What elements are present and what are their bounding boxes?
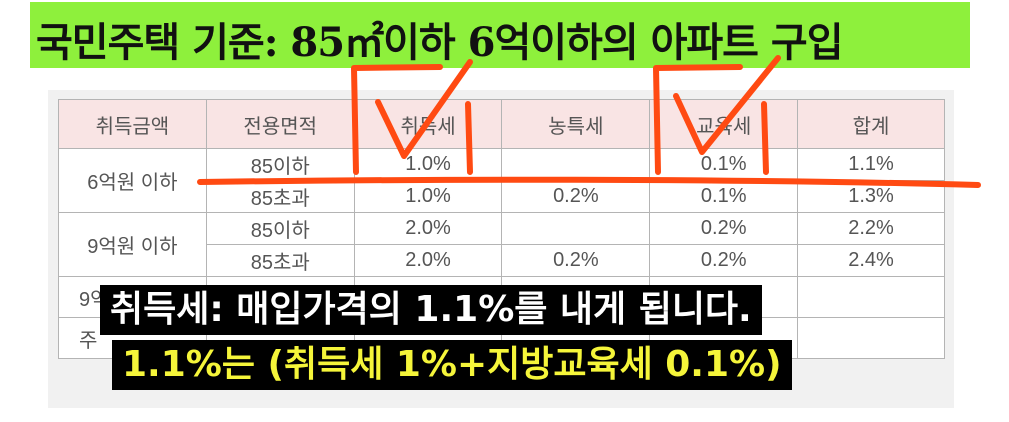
page-title: 국민주택 기준: 85㎡이하 6억이하의 아파트 구입	[36, 19, 843, 66]
header-amount: 취득금액	[58, 99, 207, 149]
education-tax-cell: 0.1%	[649, 180, 799, 213]
rural-tax-cell	[501, 148, 651, 181]
rural-tax-cell	[501, 212, 651, 245]
amount-cell: 9억원 이하	[58, 212, 207, 277]
amount-cell: 6억원 이하	[58, 148, 207, 213]
header-acquisition-tax: 취득세	[353, 99, 503, 149]
header-rural-tax: 농특세	[501, 99, 651, 149]
rural-tax-cell: 0.2%	[501, 244, 651, 277]
total-cell: 2.4%	[797, 244, 945, 277]
table-row: 6억원 이하 85이하 1.0% 0.1% 1.1%	[58, 148, 945, 213]
subtitle-line-1: 취득세: 매입가격의 1.1%를 내게 됩니다.	[100, 285, 762, 335]
area-cell: 85이하	[205, 212, 355, 245]
education-tax-cell: 0.2%	[649, 244, 799, 277]
table-header-row: 취득금액 전용면적 취득세 농특세 교육세 합계	[58, 99, 945, 149]
area-cell: 85초과	[205, 180, 355, 213]
acquisition-tax-cell: 1.0%	[353, 148, 503, 181]
empty-cell	[797, 317, 945, 359]
total-cell: 1.3%	[797, 180, 945, 213]
subtitle-line-2: 1.1%는 (취득세 1%+지방교육세 0.1%)	[112, 340, 792, 390]
header-education-tax: 교육세	[649, 99, 799, 149]
acquisition-tax-cell: 2.0%	[353, 212, 503, 245]
total-cell: 1.1%	[797, 148, 945, 181]
acquisition-tax-cell: 1.0%	[353, 180, 503, 213]
area-cell: 85이하	[205, 148, 355, 181]
header-total: 합계	[797, 99, 945, 149]
education-tax-cell: 0.1%	[649, 148, 799, 181]
empty-cell	[797, 276, 945, 318]
area-cell: 85초과	[205, 244, 355, 277]
table-row: 9억원 이하 85이하 2.0% 0.2% 2.2%	[58, 212, 945, 277]
rural-tax-cell: 0.2%	[501, 180, 651, 213]
header-area: 전용면적	[205, 99, 355, 149]
acquisition-tax-cell: 2.0%	[353, 244, 503, 277]
total-cell: 2.2%	[797, 212, 945, 245]
education-tax-cell: 0.2%	[649, 212, 799, 245]
